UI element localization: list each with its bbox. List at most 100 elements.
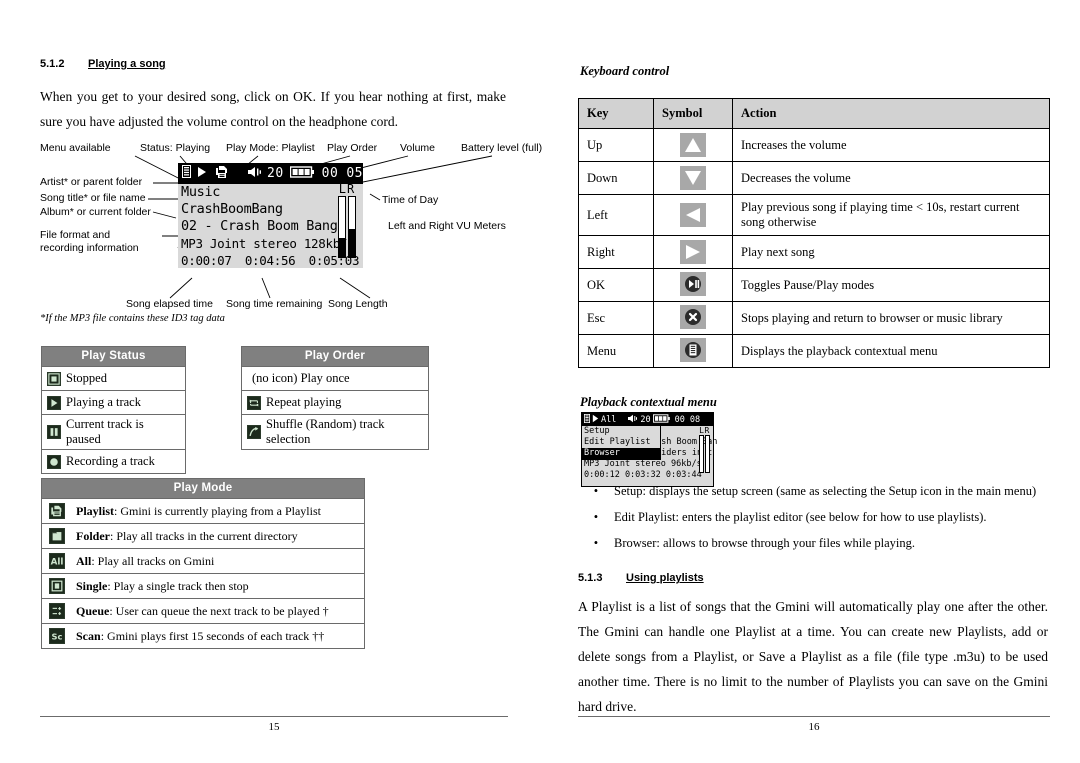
- footer-rule-right: [578, 716, 1050, 717]
- contextual-menu-screen: All 20 00 08 ash Boom Ban Riders in t MP…: [581, 412, 717, 487]
- section-number: 5.1.2: [40, 58, 65, 70]
- column-header-key: Key: [578, 98, 654, 129]
- lcd-line-artist: Music: [181, 184, 221, 200]
- label-menu-available: Menu available: [40, 142, 111, 154]
- label-status: Status: Playing: [140, 142, 211, 154]
- label-album: Album* or current folder: [40, 206, 151, 218]
- speaker-icon: [248, 166, 262, 182]
- play-mode-text: All: Play all tracks on Gmini: [76, 554, 214, 569]
- lcd-screen: 20 00 05 Music CrashBoomBang 02 - Crash …: [178, 163, 363, 268]
- bullet-text: Browser: allows to browse through your f…: [614, 536, 915, 550]
- key-cell: Menu: [578, 334, 654, 368]
- table-row: Down Decreases the volume: [578, 161, 1050, 195]
- symbol-cell: [653, 268, 733, 302]
- play-mode-desc: : Play all tracks in the current directo…: [110, 528, 298, 543]
- symbol-cell: [653, 301, 733, 335]
- ctx-clock-minutes: 08: [689, 414, 701, 425]
- battery-full-icon: [652, 413, 670, 426]
- vu-bar-right: [348, 196, 356, 258]
- table-row: Esc Stops playing and return to browser …: [578, 301, 1050, 335]
- page-number-left: 15: [268, 721, 280, 733]
- menu-lines-icon: [584, 413, 590, 426]
- lcd-status-bar: 20 00 05: [178, 163, 363, 184]
- label-volume: Volume: [400, 142, 436, 154]
- play-order-header: Play Order: [241, 346, 429, 367]
- svg-text:Sc: Sc: [52, 632, 63, 642]
- svg-text:All: All: [51, 558, 64, 568]
- list-item: • Setup: displays the setup screen (same …: [578, 478, 1050, 504]
- ctx-dropdown-menu[interactable]: Setup Edit Playlist Browser: [582, 426, 661, 460]
- play-order-table: Play Order (no icon) Play once Repeat pl…: [241, 346, 429, 450]
- table-header-row: Key Symbol Action: [578, 98, 1050, 129]
- triangle-right-icon: [680, 239, 706, 264]
- key-cell: Esc: [578, 301, 654, 335]
- play-mode-name: Scan: [76, 628, 101, 643]
- play-mode-desc: : Gmini is currently playing from a Play…: [114, 503, 321, 518]
- ctx-vu-bars: [699, 435, 710, 473]
- stopped-icon: [47, 371, 61, 386]
- ctx-menu-item-edit-playlist[interactable]: Edit Playlist: [582, 437, 660, 448]
- label-elapsed: Song elapsed time: [126, 298, 213, 310]
- page-left: 5.1.2 Playing a song When you get to you…: [0, 0, 543, 763]
- vu-bar-left: [338, 196, 346, 258]
- play-triangle-icon: [592, 414, 599, 426]
- lcd-clock-hours: 00: [321, 166, 339, 181]
- play-status-label: Current track is paused: [66, 417, 144, 446]
- ctx-vu-bar-left: [699, 435, 704, 473]
- lcd-line-title: 02 - Crash Boom Bang: [181, 218, 338, 234]
- play-mode-header: Play Mode: [41, 478, 365, 499]
- contextual-menu-bullets: • Setup: displays the setup screen (same …: [578, 478, 1050, 556]
- symbol-cell: [653, 235, 733, 269]
- close-x-round-icon: [680, 305, 706, 329]
- intro-paragraph: When you get to your desired song, click…: [40, 89, 506, 129]
- key-cell: Up: [578, 128, 654, 162]
- key-cell: Right: [578, 235, 654, 269]
- play-mode-text: Scan: Gmini plays first 15 seconds of ea…: [76, 629, 324, 644]
- ctx-menu-item-setup[interactable]: Setup: [582, 426, 660, 437]
- ctx-menu-item-browser[interactable]: Browser: [582, 448, 660, 459]
- playing-icon: [47, 395, 61, 410]
- vu-label: LR: [338, 182, 356, 196]
- lcd-line-times: 0:00:07 0:04:56 0:05:03: [181, 252, 360, 269]
- recording-icon: [47, 454, 61, 469]
- label-play-order: Play Order: [327, 142, 378, 154]
- ctx-bg-line-4: MP3 Joint stereo 96kb/s: [584, 459, 702, 469]
- label-remaining: Song time remaining: [226, 298, 323, 310]
- shuffle-icon: [247, 425, 261, 439]
- keyboard-control-table: Key Symbol Action Up Increases the volum…: [578, 98, 1050, 368]
- play-status-header: Play Status: [41, 346, 186, 367]
- label-time-of-day: Time of Day: [382, 194, 439, 206]
- play-triangle-icon: [197, 166, 207, 182]
- label-artist: Artist* or parent folder: [40, 176, 143, 188]
- play-mode-desc: : Gmini plays first 15 seconds of each t…: [100, 628, 325, 643]
- queue-mode-icon: [49, 603, 65, 619]
- table-row: Menu Displays the playback contextual me…: [578, 334, 1050, 368]
- symbol-cell: [653, 334, 733, 368]
- page-number-right: 16: [808, 721, 820, 733]
- play-mode-desc: : Play a single track then stop: [107, 578, 249, 593]
- action-cell: Displays the playback contextual menu: [732, 334, 1050, 368]
- lcd-time-remaining: 0:04:56: [244, 253, 296, 268]
- column-header-action: Action: [732, 98, 1050, 129]
- play-order-label: (no icon) Play once: [252, 371, 350, 385]
- play-status-label: Recording a track: [66, 454, 155, 468]
- label-play-mode: Play Mode: Playlist: [226, 142, 315, 154]
- ctx-vu-bar-right: [705, 435, 710, 473]
- play-mode-text: Single: Play a single track then stop: [76, 579, 249, 594]
- play-mode-name: Single: [76, 578, 108, 593]
- label-battery: Battery level (full): [461, 142, 543, 154]
- action-cell: Toggles Pause/Play modes: [732, 268, 1050, 302]
- play-mode-name: All: [76, 553, 92, 568]
- menu-lines-icon: [182, 165, 191, 182]
- play-status-label: Playing a track: [66, 395, 141, 409]
- column-header-symbol: Symbol: [653, 98, 733, 129]
- triangle-left-icon: [680, 202, 706, 227]
- bullet-text: Edit Playlist: enters the playlist edito…: [614, 510, 987, 524]
- play-mode-text: Queue: User can queue the next track to …: [76, 604, 329, 619]
- label-vu-meters: Left and Right VU Meters: [388, 220, 506, 232]
- action-cell: Play previous song if playing time < 10s…: [732, 194, 1050, 236]
- label-song-title: Song title* or file name: [40, 192, 146, 204]
- action-cell: Decreases the volume: [732, 161, 1050, 195]
- triangle-up-icon: [680, 132, 706, 157]
- play-order-label: Shuffle (Random) track selection: [266, 417, 385, 446]
